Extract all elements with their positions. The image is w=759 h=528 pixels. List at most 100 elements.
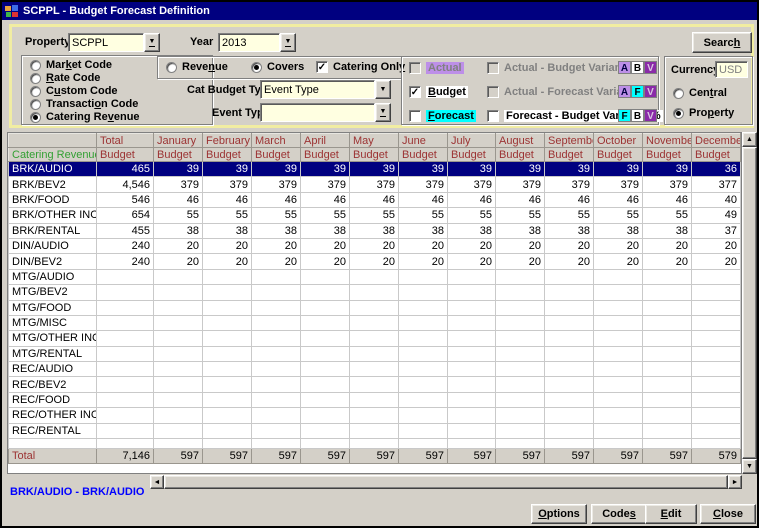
- vertical-scrollbar[interactable]: ▲ ▼: [742, 132, 757, 474]
- grid-cell[interactable]: [350, 423, 399, 438]
- grid-cell[interactable]: [448, 392, 496, 407]
- grid-cell[interactable]: 39: [301, 162, 350, 177]
- grid-cell[interactable]: 379: [350, 177, 399, 192]
- grid-cell[interactable]: 38: [496, 223, 545, 238]
- row-label[interactable]: REC/RENTAL: [9, 423, 97, 438]
- scroll-down-icon[interactable]: ▼: [742, 459, 757, 474]
- grid-cell[interactable]: 20: [154, 238, 203, 253]
- grid-cell[interactable]: [154, 285, 203, 300]
- grid-cell[interactable]: 38: [252, 223, 301, 238]
- grid-cell[interactable]: [97, 362, 154, 377]
- grid-cell[interactable]: [203, 331, 252, 346]
- grid-cell[interactable]: 4,546: [97, 177, 154, 192]
- grid-cell[interactable]: [350, 408, 399, 423]
- grid-cell[interactable]: [203, 285, 252, 300]
- grid-cell[interactable]: [350, 285, 399, 300]
- grid-cell[interactable]: [301, 408, 350, 423]
- grid-cell[interactable]: [97, 346, 154, 361]
- grid-cell[interactable]: 20: [545, 238, 594, 253]
- grid-cell[interactable]: [643, 285, 692, 300]
- code-option-rate-code[interactable]: Rate Code: [30, 72, 100, 84]
- grid-cell[interactable]: 20: [399, 254, 448, 269]
- grid-cell[interactable]: [252, 346, 301, 361]
- grid-cell[interactable]: [643, 300, 692, 315]
- grid-cell[interactable]: 38: [350, 223, 399, 238]
- grid-cell[interactable]: 39: [545, 162, 594, 177]
- grid-cell[interactable]: [496, 392, 545, 407]
- row-label[interactable]: BRK/FOOD: [9, 192, 97, 207]
- code-option-catering-revenue[interactable]: Catering Revenue: [30, 111, 140, 123]
- grid-cell[interactable]: [399, 285, 448, 300]
- grid-cell[interactable]: 55: [301, 208, 350, 223]
- grid-cell[interactable]: 49: [692, 208, 741, 223]
- covers-radio[interactable]: Covers: [251, 61, 304, 73]
- grid-cell[interactable]: [154, 377, 203, 392]
- year-value[interactable]: 2013: [218, 33, 280, 52]
- code-option-transaction-code[interactable]: Transaction Code: [30, 98, 138, 110]
- row-label[interactable]: BRK/AUDIO: [9, 162, 97, 177]
- grid-cell[interactable]: [594, 346, 643, 361]
- grid-cell[interactable]: [643, 346, 692, 361]
- row-label[interactable]: BRK/OTHER INCOME: [9, 208, 97, 223]
- grid-cell[interactable]: [97, 331, 154, 346]
- grid-cell[interactable]: [203, 300, 252, 315]
- grid-cell[interactable]: [643, 269, 692, 284]
- grid-cell[interactable]: [545, 423, 594, 438]
- grid-cell[interactable]: 379: [252, 177, 301, 192]
- grid-cell[interactable]: [692, 331, 741, 346]
- grid-cell[interactable]: [252, 362, 301, 377]
- grid-cell[interactable]: 20: [643, 254, 692, 269]
- grid-cell[interactable]: 46: [154, 192, 203, 207]
- grid-cell[interactable]: 546: [97, 192, 154, 207]
- grid-cell[interactable]: [692, 269, 741, 284]
- grid-cell[interactable]: [399, 300, 448, 315]
- grid-cell[interactable]: [448, 300, 496, 315]
- grid-cell[interactable]: [301, 331, 350, 346]
- grid-cell[interactable]: [97, 408, 154, 423]
- grid-cell[interactable]: [545, 377, 594, 392]
- grid-cell[interactable]: [203, 315, 252, 330]
- event-type-lov-button[interactable]: ▼: [375, 103, 391, 122]
- grid-cell[interactable]: [643, 315, 692, 330]
- grid-cell[interactable]: [399, 346, 448, 361]
- grid-cell[interactable]: 379: [203, 177, 252, 192]
- grid-cell[interactable]: [154, 408, 203, 423]
- grid-cell[interactable]: [692, 377, 741, 392]
- grid-cell[interactable]: [252, 377, 301, 392]
- grid-cell[interactable]: [594, 315, 643, 330]
- grid-cell[interactable]: 39: [154, 162, 203, 177]
- grid-cell[interactable]: [496, 423, 545, 438]
- grid-cell[interactable]: [594, 269, 643, 284]
- forecast-checkbox[interactable]: Forecast: [409, 110, 476, 122]
- grid-cell[interactable]: [399, 331, 448, 346]
- grid-cell[interactable]: 38: [448, 223, 496, 238]
- property-dropdown-button[interactable]: ▼: [144, 33, 160, 52]
- code-option-market-code[interactable]: Market Code: [30, 59, 112, 71]
- row-label[interactable]: BRK/BEV2: [9, 177, 97, 192]
- grid-cell[interactable]: 38: [643, 223, 692, 238]
- grid-cell[interactable]: 20: [203, 238, 252, 253]
- grid-cell[interactable]: [545, 392, 594, 407]
- grid-cell[interactable]: [692, 423, 741, 438]
- close-button[interactable]: Close: [700, 504, 756, 524]
- grid-cell[interactable]: 46: [399, 192, 448, 207]
- grid-cell[interactable]: [545, 269, 594, 284]
- grid-cell[interactable]: 379: [154, 177, 203, 192]
- row-label[interactable]: MTG/AUDIO: [9, 269, 97, 284]
- grid-cell[interactable]: [448, 346, 496, 361]
- grid-cell[interactable]: 379: [448, 177, 496, 192]
- year-dropdown-button[interactable]: ▼: [280, 33, 296, 52]
- grid-cell[interactable]: 20: [350, 254, 399, 269]
- grid-cell[interactable]: [252, 392, 301, 407]
- grid-cell[interactable]: [496, 331, 545, 346]
- grid-cell[interactable]: [154, 331, 203, 346]
- grid-cell[interactable]: [496, 285, 545, 300]
- grid-cell[interactable]: [496, 300, 545, 315]
- grid-cell[interactable]: 55: [203, 208, 252, 223]
- grid-cell[interactable]: [545, 285, 594, 300]
- grid-cell[interactable]: [203, 392, 252, 407]
- grid-cell[interactable]: [350, 300, 399, 315]
- grid-cell[interactable]: [252, 269, 301, 284]
- grid-cell[interactable]: 38: [594, 223, 643, 238]
- grid-cell[interactable]: [301, 423, 350, 438]
